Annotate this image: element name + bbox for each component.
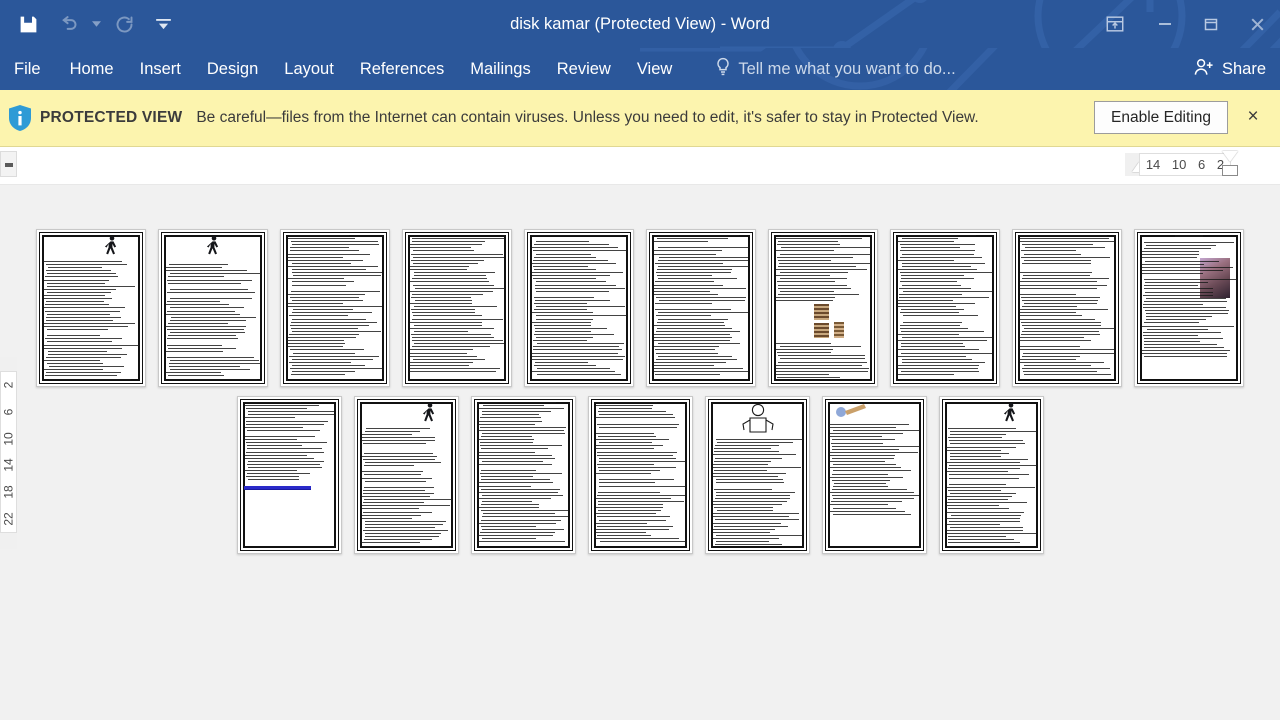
page-thumbnail-grid <box>0 185 1280 720</box>
undo-icon[interactable] <box>48 4 88 44</box>
page-thumbnail[interactable] <box>646 229 756 387</box>
restore-icon[interactable] <box>1188 4 1234 44</box>
page-text-block <box>409 235 505 380</box>
page-text-block <box>243 402 335 547</box>
page-text-block <box>775 235 871 380</box>
page-text-block <box>594 402 686 547</box>
document-canvas[interactable]: 2 6 10 14 18 22 <box>0 185 1280 720</box>
page-thumbnail[interactable] <box>1134 229 1244 387</box>
horizontal-ruler[interactable]: 14 10 6 2 <box>1139 153 1231 176</box>
head-neck-icon <box>946 402 1037 424</box>
hanging-indent-marker[interactable] <box>1222 165 1238 176</box>
close-icon[interactable] <box>1234 4 1280 44</box>
redo-icon[interactable] <box>104 4 144 44</box>
ruler-corner-tab-selector[interactable] <box>0 151 17 177</box>
page-text-block <box>287 235 383 380</box>
page-text-block <box>828 402 920 547</box>
protected-view-bar: PROTECTED VIEW Be careful—files from the… <box>0 90 1280 147</box>
enable-editing-button[interactable]: Enable Editing <box>1094 101 1228 134</box>
tab-mailings[interactable]: Mailings <box>457 48 544 90</box>
page-row-second <box>0 396 1280 554</box>
ruler-strip: 14 10 6 2 <box>0 147 1280 185</box>
exercise-tool-icon <box>829 402 920 420</box>
hruler-tick-10: 10 <box>1171 157 1187 172</box>
page-text-block <box>1019 235 1115 380</box>
title-bar: disk kamar (Protected View) - Word <box>0 0 1280 48</box>
page-text-block <box>945 402 1037 547</box>
lightbulb-icon <box>715 57 731 81</box>
close-banner-icon[interactable]: × <box>1240 104 1266 130</box>
running-icon <box>361 402 452 424</box>
protected-view-message: Be careful—files from the Internet can c… <box>196 107 978 129</box>
protected-view-message-line1: Be careful—files from the Internet can c… <box>196 108 938 126</box>
hyperlink-text[interactable] <box>243 486 311 491</box>
page-text-block <box>711 402 803 547</box>
shield-info-icon <box>0 104 40 132</box>
page-thumbnail[interactable] <box>280 229 390 387</box>
page-thumbnail[interactable] <box>768 229 878 387</box>
tab-references[interactable]: References <box>347 48 457 90</box>
page-text-block <box>360 402 452 547</box>
tell-me-search[interactable]: Tell me what you want to do... <box>715 57 956 81</box>
hruler-tick-14: 14 <box>1145 157 1161 172</box>
page-thumbnail[interactable] <box>821 396 927 554</box>
page-text-block <box>653 235 749 380</box>
tab-file[interactable]: File <box>0 48 57 90</box>
page-thumbnail[interactable] <box>704 396 810 554</box>
save-icon[interactable] <box>8 4 48 44</box>
exercise-figure-icon <box>712 402 803 436</box>
quick-access-toolbar <box>0 0 182 48</box>
tab-design[interactable]: Design <box>194 48 271 90</box>
share-person-icon <box>1193 57 1214 82</box>
page-text-block <box>531 235 627 380</box>
tab-layout[interactable]: Layout <box>271 48 347 90</box>
spine-diagram-image <box>808 303 852 340</box>
tell-me-placeholder: Tell me what you want to do... <box>738 59 956 78</box>
customize-quick-access-icon[interactable] <box>144 4 182 44</box>
ribbon-tab-bar: File Home Insert Design Layout Reference… <box>0 48 1280 90</box>
page-thumbnail[interactable] <box>938 396 1044 554</box>
page-row-first <box>0 229 1280 387</box>
undo-dropdown-icon[interactable] <box>88 4 104 44</box>
page-thumbnail[interactable] <box>1012 229 1122 387</box>
page-thumbnail[interactable] <box>402 229 512 387</box>
window-controls <box>1088 0 1280 48</box>
tab-view[interactable]: View <box>624 48 685 90</box>
minimize-icon[interactable] <box>1142 4 1188 44</box>
page-text-block <box>1141 235 1237 380</box>
protected-view-message-line2: View. <box>941 108 979 126</box>
hruler-tick-6: 6 <box>1198 157 1206 172</box>
share-label: Share <box>1221 59 1266 78</box>
page-thumbnail[interactable] <box>890 229 1000 387</box>
protected-view-label: PROTECTED VIEW <box>40 109 183 126</box>
tab-review[interactable]: Review <box>544 48 624 90</box>
page-thumbnail[interactable] <box>236 396 342 554</box>
page-thumbnail[interactable] <box>524 229 634 387</box>
page-text-block <box>43 235 139 380</box>
figure-icon <box>165 235 261 257</box>
page-thumbnail[interactable] <box>353 396 459 554</box>
page-text-block <box>477 402 569 547</box>
tab-home[interactable]: Home <box>57 48 127 90</box>
tab-insert[interactable]: Insert <box>127 48 194 90</box>
page-thumbnail[interactable] <box>36 229 146 387</box>
page-thumbnail[interactable] <box>470 396 576 554</box>
first-line-indent-marker[interactable] <box>1222 151 1238 162</box>
ribbon-display-options-icon[interactable] <box>1088 4 1142 44</box>
page-text-block <box>897 235 993 380</box>
page-thumbnail[interactable] <box>587 396 693 554</box>
horse-icon <box>43 235 139 257</box>
share-button[interactable]: Share <box>1193 48 1266 90</box>
page-thumbnail[interactable] <box>158 229 268 387</box>
page-text-block <box>165 235 261 380</box>
